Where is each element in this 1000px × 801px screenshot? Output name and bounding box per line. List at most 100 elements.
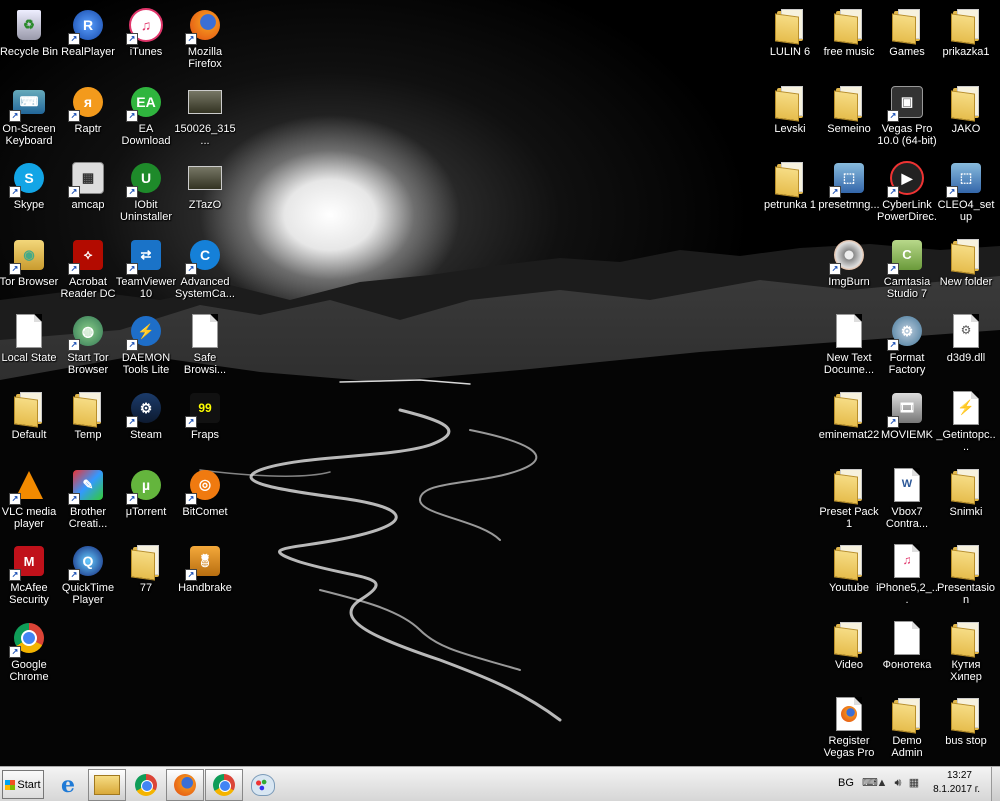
tor-globe-icon: ◍ ↗ (68, 313, 106, 352)
network-icon[interactable]: ▦ (908, 777, 920, 789)
desktop-icon-acrobat-reader-dc[interactable]: ⟡ ↗ Acrobat Reader DC (57, 233, 119, 305)
desktop-icon-фонотека[interactable]: Фонотека (876, 616, 938, 688)
chrome-icon: ↗ (9, 620, 47, 658)
desktop-icon-vlc-media-player[interactable]: ↗ VLC media player (0, 463, 60, 535)
taskbar-chrome-2[interactable] (205, 769, 243, 801)
desktop-icon-label: iPhone5,2_... (876, 582, 938, 607)
desktop-icon-vegas-pro-10-0-64-bit[interactable]: ▣ ↗ Vegas Pro 10.0 (64-bit) (876, 80, 938, 152)
desktop-icon-cyberlink-powerdirec[interactable]: ▶↗CyberLink PowerDirec... (876, 156, 938, 228)
desktop-icon-getintopc[interactable]: ⚡ _Getintopc.... (935, 386, 997, 458)
desktop-icon-torrent[interactable]: µ ↗ μTorrent (115, 463, 177, 535)
desktop-icon-new-text-docume[interactable]: New Text Docume... (818, 309, 880, 381)
desktop-icon-tor-browser[interactable]: ◉ ↗ Tor Browser (0, 233, 60, 305)
desktop-icon-presetmng[interactable]: ⬚ ↗ presetmng... (818, 156, 880, 228)
desktop-icon-preset-pack-1[interactable]: Preset Pack 1 (818, 463, 880, 535)
desktop-icon-eminemat22[interactable]: eminemat22 (818, 386, 880, 458)
desktop-icon-advanced-systemca[interactable]: C ↗ Advanced SystemCa... (174, 233, 236, 305)
desktop-icon-iphone5-2[interactable]: ♫ iPhone5,2_... (876, 539, 938, 611)
desktop-icon-itunes[interactable]: ♫ ↗ iTunes (115, 3, 177, 75)
taskbar-firefox[interactable] (166, 769, 204, 801)
desktop-icon-google-chrome[interactable]: ↗ Google Chrome (0, 616, 60, 688)
desktop-icon-recycle-bin[interactable]: ♻ Recycle Bin (0, 3, 60, 75)
image-file-icon (187, 160, 223, 196)
desktop-icon-daemon-tools-lite[interactable]: ⚡ ↗ DAEMON Tools Lite (115, 309, 177, 381)
desktop-icon-petrunka-1[interactable]: petrunka 1 (759, 156, 821, 228)
desktop-icon-semeino[interactable]: Semeino (818, 80, 880, 152)
desktop-icon-demo-admin[interactable]: Demo Admin (876, 692, 938, 764)
desktop-icon-кутия-хипер[interactable]: Кутия Хипер (935, 616, 997, 688)
desktop-icon-snimki[interactable]: Snimki (935, 463, 997, 535)
desktop-icon-raptr[interactable]: ᴙ ↗ Raptr (57, 80, 119, 152)
desktop-icon-free-music[interactable]: free music (818, 3, 880, 75)
desktop-icon-games[interactable]: Games (876, 3, 938, 75)
desktop-icon-format-factory[interactable]: ⚙ ↗ Format Factory (876, 309, 938, 381)
taskbar-file-explorer[interactable] (88, 769, 126, 801)
taskbar-internet-explorer[interactable]: e (49, 769, 87, 801)
desktop-icon-youtube[interactable]: Youtube (818, 539, 880, 611)
desktop-icon-label: Raptr (74, 122, 102, 135)
desktop-icon-label: LULIN 6 (769, 46, 811, 58)
desktop-icon-bitcomet[interactable]: ◎ ↗ BitComet (174, 463, 236, 535)
clock-time[interactable]: 13:27 (947, 770, 972, 781)
desktop-icon-skype[interactable]: S ↗ Skype (0, 156, 60, 228)
desktop-icon-jako[interactable]: JAKO (935, 80, 997, 152)
desktop-icon-camtasia-studio-7[interactable]: C ↗ Camtasia Studio 7 (876, 233, 938, 305)
desktop-icon-start-tor-browser[interactable]: ◍ ↗ Start Tor Browser (57, 309, 119, 381)
desktop-icon-bus-stop[interactable]: bus stop (935, 692, 997, 764)
desktop-icon-vbox7-contra[interactable]: W Vbox7 Contra... (876, 463, 938, 535)
desktop-icon-imgburn[interactable]: ↗ ImgBurn (818, 233, 880, 305)
desktop-icon-ea-download-manager[interactable]: EA↗EA Download Manager (115, 80, 177, 152)
desktop-icon-handbrake[interactable]: 🍍︎ ↗ Handbrake (174, 539, 236, 611)
desktop-icon-label: McAfee Security Sc... (9, 582, 49, 607)
image-file-icon (187, 84, 223, 120)
desktop-icon-levski[interactable]: Levski (759, 80, 821, 152)
desktop-icon-cleo4-setup[interactable]: ⬚ ↗ CLEO4_setup (935, 156, 997, 228)
volume-icon[interactable]: 🔊︎ (892, 777, 904, 789)
desktop-icon-register-vegas-pro[interactable]: Register Vegas Pro (818, 692, 880, 764)
desktop-icon-on-screen-keyboard[interactable]: ⌨ ↗ On-Screen Keyboard (0, 80, 60, 152)
desktop-icon-label: Local State (1, 352, 57, 365)
desktop-icon-steam[interactable]: ⚙ ↗ Steam (115, 386, 177, 458)
camtasia-icon: C ↗ (887, 237, 925, 275)
desktop-icon-local-state[interactable]: Local State (0, 309, 60, 381)
fraps-icon: 99 ↗ (185, 390, 223, 428)
desktop-icon-label: CyberLink PowerDirec... (877, 199, 937, 224)
desktop-icon-brother-creati[interactable]: ✎ ↗ Brother Creati... (57, 463, 119, 535)
desktop-icon-default[interactable]: Default (0, 386, 60, 458)
keyboard-icon[interactable]: ⌨ (862, 777, 878, 789)
desktop-icon-label: QuickTime Player (61, 582, 115, 607)
desktop-icon-150026-315[interactable]: 150026_315... (174, 80, 236, 152)
desktop-icon-moviemk[interactable]: 🎞︎ ↗ MOVIEMK (876, 386, 938, 458)
taskbar-paint[interactable] (244, 769, 282, 801)
shortcut-arrow-icon: ↗ (9, 262, 21, 275)
desktop-icon-iobit-uninstaller[interactable]: U ↗ IObit Uninstaller (115, 156, 177, 228)
start-button[interactable]: Start (2, 770, 44, 799)
desktop-icon-teamviewer-10[interactable]: ⇄ ↗ TeamViewer 10 (115, 233, 177, 305)
desktop-icon-temp[interactable]: Temp (57, 386, 119, 458)
desktop-icon-video[interactable]: Video (818, 616, 880, 688)
expand-tray-icon[interactable]: ▲ (876, 777, 888, 789)
desktop-icon-lulin-6[interactable]: LULIN 6 (759, 3, 821, 75)
desktop-icon-mcafee-security-sc[interactable]: M↗McAfee Security Sc... (0, 539, 60, 611)
clock-date[interactable]: 8.1.2017 г. (933, 784, 980, 795)
desktop-icon-ztazo[interactable]: ZTazO (174, 156, 236, 228)
text-document-icon (831, 313, 867, 349)
desktop-icon-77[interactable]: 77 (115, 539, 177, 611)
show-desktop-button[interactable] (991, 767, 1000, 801)
shortcut-arrow-icon: ↗ (126, 186, 138, 199)
desktop-icon-quicktime-player[interactable]: Q ↗ QuickTime Player (57, 539, 119, 611)
desktop-icon-prikazka1[interactable]: prikazka1 (935, 3, 997, 75)
taskbar-chrome[interactable] (127, 769, 165, 801)
desktop-icon-fraps[interactable]: 99 ↗ Fraps (174, 386, 236, 458)
desktop-icon-presentasion[interactable]: Presentasion (935, 539, 997, 611)
desktop-icon-d3d9-dll[interactable]: ⚙ d3d9.dll (935, 309, 997, 381)
desktop-icon-realplayer[interactable]: R ↗ RealPlayer (57, 3, 119, 75)
folder-icon (948, 543, 984, 581)
desktop-icon-new-folder[interactable]: New folder (935, 233, 997, 305)
desktop-icon-amcap[interactable]: ▦ ↗ amcap (57, 156, 119, 228)
language-indicator[interactable]: BG (838, 777, 854, 789)
desktop-icon-safe-browsi[interactable]: Safe Browsi... (174, 309, 236, 381)
desktop-icon-label: CLEO4_setup (937, 199, 995, 224)
desktop-icon-mozilla-firefox[interactable]: ↗ Mozilla Firefox (174, 3, 236, 75)
desktop-icon-label: Tor Browser (0, 275, 59, 288)
